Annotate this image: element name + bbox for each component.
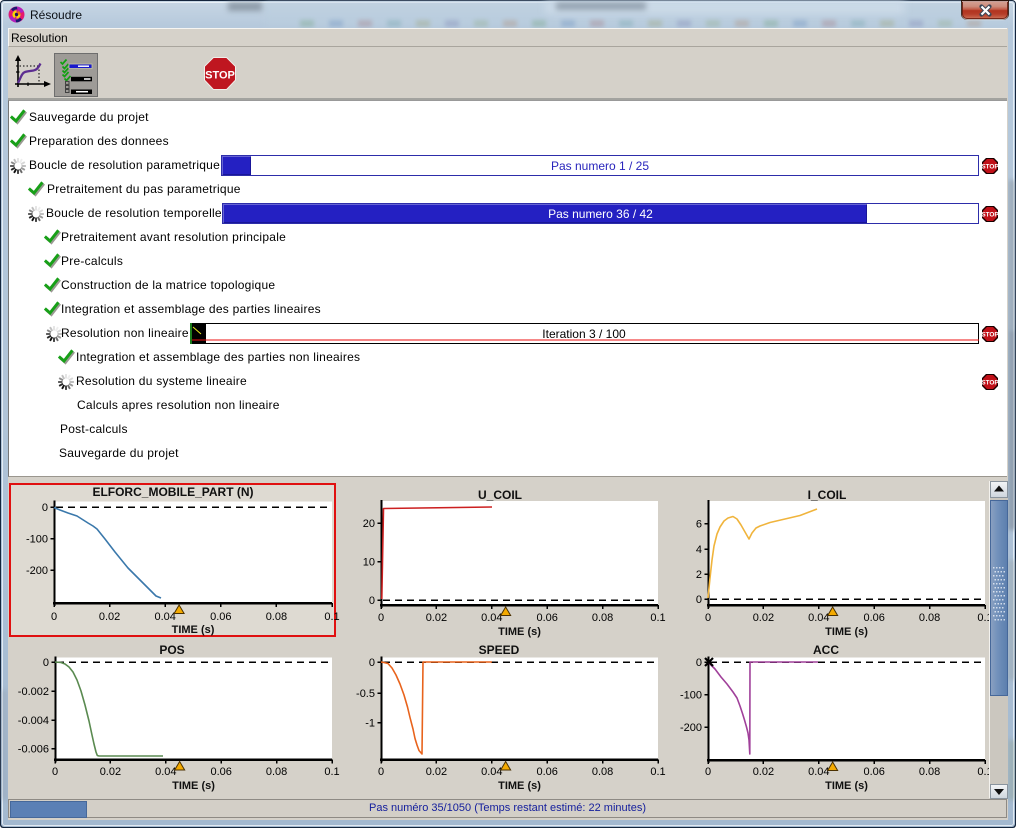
- svg-text:TIME (s): TIME (s): [825, 626, 868, 638]
- svg-text:0.08: 0.08: [266, 766, 287, 778]
- svg-text:SPEED: SPEED: [479, 643, 520, 657]
- svg-text:STOP: STOP: [982, 164, 998, 171]
- svg-text:0: 0: [696, 594, 702, 606]
- svg-text:TIME (s): TIME (s): [498, 626, 541, 638]
- svg-text:4: 4: [696, 544, 702, 556]
- svg-text:0.06: 0.06: [210, 766, 231, 778]
- svg-text:0.06: 0.06: [536, 766, 557, 778]
- svg-text:0.06: 0.06: [863, 612, 884, 624]
- svg-text:0: 0: [696, 657, 702, 669]
- svg-text:0.04: 0.04: [808, 612, 829, 624]
- svg-text:TIME (s): TIME (s): [172, 780, 215, 792]
- svg-text:0.04: 0.04: [154, 611, 175, 623]
- svg-text:0.1: 0.1: [650, 612, 665, 624]
- svg-text:0: 0: [51, 611, 57, 623]
- svg-text:0.02: 0.02: [426, 766, 447, 778]
- svg-text:0.08: 0.08: [919, 612, 940, 624]
- svg-text:0: 0: [705, 612, 711, 624]
- svg-text:0.04: 0.04: [481, 612, 502, 624]
- svg-text:0.02: 0.02: [426, 612, 447, 624]
- svg-text:0.02: 0.02: [753, 612, 774, 624]
- svg-text:TIME (s): TIME (s): [172, 624, 215, 636]
- svg-text:0.1: 0.1: [324, 766, 339, 778]
- svg-text:20: 20: [363, 518, 375, 530]
- svg-text:0.04: 0.04: [808, 766, 829, 778]
- svg-text:0: 0: [378, 766, 384, 778]
- svg-text:Iteration 3 / 100: Iteration 3 / 100: [542, 327, 626, 341]
- svg-text:0.1: 0.1: [650, 766, 665, 778]
- svg-text:0.08: 0.08: [592, 612, 613, 624]
- svg-text:ELFORC_MOBILE_PART (N): ELFORC_MOBILE_PART (N): [92, 485, 253, 499]
- svg-text:ACC: ACC: [813, 643, 839, 657]
- svg-text:0.08: 0.08: [592, 766, 613, 778]
- svg-text:-0.006: -0.006: [18, 744, 49, 756]
- svg-text:-100: -100: [26, 534, 48, 546]
- svg-text:0: 0: [43, 657, 49, 669]
- svg-text:-200: -200: [26, 565, 48, 577]
- svg-text:STOP: STOP: [982, 212, 998, 219]
- svg-text:0.06: 0.06: [863, 766, 884, 778]
- svg-text:-1: -1: [365, 718, 375, 730]
- svg-text:0.02: 0.02: [99, 611, 120, 623]
- svg-text:POS: POS: [159, 643, 184, 657]
- svg-text:I_COIL: I_COIL: [808, 488, 847, 502]
- svg-text:0: 0: [378, 612, 384, 624]
- svg-text:0: 0: [42, 502, 48, 514]
- svg-text:U_COIL: U_COIL: [478, 488, 522, 502]
- svg-text:-0.002: -0.002: [18, 686, 49, 698]
- svg-text:0.04: 0.04: [155, 766, 176, 778]
- svg-text:STOP: STOP: [982, 380, 998, 387]
- svg-text:0: 0: [369, 657, 375, 669]
- svg-text:2: 2: [696, 569, 702, 581]
- svg-text:0.08: 0.08: [919, 766, 940, 778]
- svg-text:0.04: 0.04: [481, 766, 502, 778]
- svg-text:0.02: 0.02: [100, 766, 121, 778]
- svg-text:0.08: 0.08: [266, 611, 287, 623]
- svg-text:-100: -100: [680, 690, 702, 702]
- svg-text:0.02: 0.02: [753, 766, 774, 778]
- svg-text:0: 0: [52, 766, 58, 778]
- svg-text:STOP: STOP: [205, 70, 235, 82]
- svg-text:10: 10: [363, 557, 375, 569]
- svg-text:-200: -200: [680, 722, 702, 734]
- svg-text:0.1: 0.1: [324, 611, 339, 623]
- svg-text:-0.004: -0.004: [18, 715, 49, 727]
- svg-text:0: 0: [369, 595, 375, 607]
- svg-text:0: 0: [705, 766, 711, 778]
- svg-text:TIME (s): TIME (s): [825, 780, 868, 792]
- svg-text:TIME (s): TIME (s): [498, 780, 541, 792]
- svg-text:0.06: 0.06: [536, 612, 557, 624]
- svg-text:6: 6: [696, 519, 702, 531]
- svg-text:-0.5: -0.5: [356, 688, 375, 700]
- svg-text:0.06: 0.06: [210, 611, 231, 623]
